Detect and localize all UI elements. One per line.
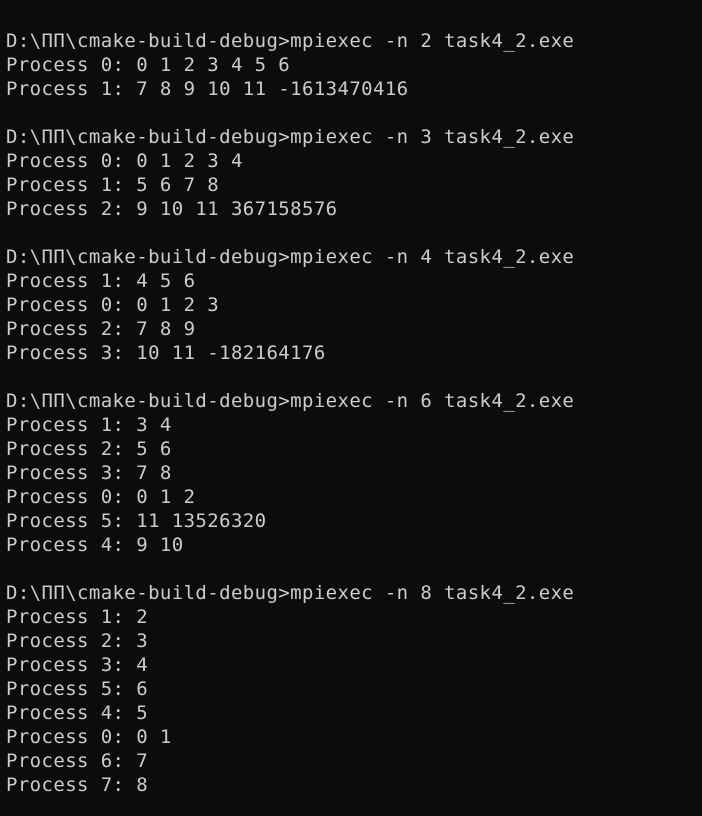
command-block: D:\ПП\cmake-build-debug>mpiexec -n 2 tas…: [6, 29, 702, 101]
output-line: Process 4: 9 10: [6, 534, 184, 556]
output-line: Process 4: 5: [6, 702, 149, 724]
command-line: D:\ПП\cmake-build-debug>mpiexec -n 3 tas…: [6, 126, 575, 148]
output-line: Process 5: 11 13526320: [6, 510, 267, 532]
command-block: D:\ПП\cmake-build-debug>mpiexec -n 6 tas…: [6, 389, 702, 557]
output-line: Process 5: 6: [6, 678, 149, 700]
output-line: Process 2: 7 8 9: [6, 318, 196, 340]
output-line: Process 1: 2: [6, 606, 149, 628]
output-line: Process 0: 0 1 2 3 4: [6, 150, 243, 172]
output-line: Process 3: 4: [6, 654, 149, 676]
command-line: D:\ПП\cmake-build-debug>mpiexec -n 2 tas…: [6, 30, 575, 52]
output-line: Process 2: 3: [6, 630, 149, 652]
output-line: Process 2: 5 6: [6, 438, 172, 460]
output-line: Process 2: 9 10 11 367158576: [6, 198, 338, 220]
command-line: D:\ПП\cmake-build-debug>mpiexec -n 4 tas…: [6, 246, 575, 268]
output-line: Process 0: 0 1 2 3: [6, 294, 220, 316]
output-line: Process 0: 0 1 2: [6, 486, 196, 508]
output-line: Process 1: 5 6 7 8: [6, 174, 220, 196]
terminal-window[interactable]: D:\ПП\cmake-build-debug>mpiexec -n 2 tas…: [0, 0, 702, 816]
output-line: Process 0: 0 1: [6, 726, 172, 748]
output-line: Process 3: 7 8: [6, 462, 172, 484]
output-line: Process 1: 7 8 9 10 11 -1613470416: [6, 78, 409, 100]
output-line: Process 3: 10 11 -182164176: [6, 342, 326, 364]
command-line: D:\ПП\cmake-build-debug>mpiexec -n 6 tas…: [6, 390, 575, 412]
command-block: D:\ПП\cmake-build-debug>mpiexec -n 4 tas…: [6, 245, 702, 365]
output-line: Process 1: 3 4: [6, 414, 172, 436]
command-block: D:\ПП\cmake-build-debug>mpiexec -n 3 tas…: [6, 125, 702, 221]
output-line: Process 6: 7: [6, 750, 149, 772]
output-line: Process 1: 4 5 6: [6, 270, 196, 292]
output-line: Process 0: 0 1 2 3 4 5 6: [6, 54, 291, 76]
command-block: D:\ПП\cmake-build-debug>mpiexec -n 8 tas…: [6, 581, 702, 797]
command-line: D:\ПП\cmake-build-debug>mpiexec -n 8 tas…: [6, 582, 575, 604]
output-line: Process 7: 8: [6, 774, 149, 796]
